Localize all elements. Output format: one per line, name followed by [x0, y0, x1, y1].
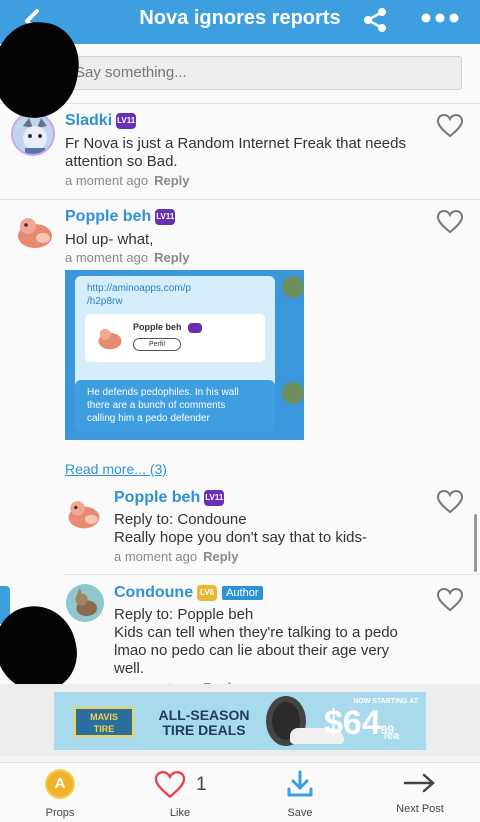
- divider: [64, 574, 480, 575]
- timestamp: a moment ago: [65, 250, 149, 265]
- ad-creative[interactable]: MAVIS TIRE ALL-SEASON TIRE DEALS NOW STA…: [54, 692, 426, 750]
- level-badge: LV11: [155, 208, 176, 225]
- avatar[interactable]: [66, 584, 104, 622]
- attached-image[interactable]: http://aminoapps.com/p /h2p8rw Popple be…: [65, 270, 304, 440]
- like-button[interactable]: 1 Like: [140, 763, 220, 822]
- profile-button: Perfil: [133, 338, 181, 351]
- comment-item: Sladki LV11 Fr Nova is just a Random Inte…: [0, 104, 480, 204]
- comment-text: Hol up- what,: [65, 231, 154, 248]
- ad-brand-logo: MAVIS TIRE: [74, 707, 134, 737]
- reply-author[interactable]: Condoune LV6 Author: [114, 584, 263, 602]
- ad-banner[interactable]: MAVIS TIRE ALL-SEASON TIRE DEALS NOW STA…: [0, 684, 480, 756]
- props-button[interactable]: A Props: [20, 763, 100, 822]
- timestamp: a moment ago: [114, 549, 198, 564]
- scrollbar[interactable]: [474, 514, 477, 572]
- comment-text: Fr Nova is just a Random Internet Freak …: [65, 135, 406, 170]
- reply-author[interactable]: Popple beh LV11: [114, 489, 225, 507]
- heart-icon[interactable]: [437, 210, 463, 234]
- next-post-label: Next Post: [396, 803, 444, 815]
- share-icon[interactable]: [360, 5, 390, 35]
- avatar[interactable]: [13, 208, 57, 252]
- heart-icon: [154, 771, 186, 799]
- page-title: Nova ignores reports: [139, 7, 341, 29]
- level-badge: LV11: [116, 112, 137, 129]
- reply-button[interactable]: Reply: [154, 173, 189, 188]
- like-count: 1: [196, 774, 207, 795]
- level-badge: [188, 322, 203, 333]
- read-more-link[interactable]: Read more... (3): [65, 461, 167, 477]
- comment-author[interactable]: Popple beh LV11: [65, 208, 176, 226]
- avatar[interactable]: [64, 492, 104, 532]
- next-post-button[interactable]: Next Post: [380, 763, 460, 822]
- reply-item: Popple beh LV11 Reply to: Condoune Really…: [0, 482, 480, 578]
- comment-meta: a moment ago Reply: [65, 173, 190, 188]
- timestamp: a moment ago: [65, 173, 149, 188]
- arrow-right-icon: [403, 773, 435, 793]
- comment-input[interactable]: Say something...: [64, 56, 462, 90]
- heart-icon[interactable]: [437, 490, 463, 514]
- save-label: Save: [287, 807, 313, 819]
- profile-card: Popple beh Perfil: [85, 314, 265, 362]
- download-icon: [287, 770, 313, 797]
- avatar: [98, 328, 122, 350]
- like-label: Like: [169, 807, 191, 819]
- coin-icon: A: [45, 769, 75, 799]
- level-badge: LV6: [197, 584, 218, 601]
- chat-message: He defends pedophiles. In his wall there…: [87, 387, 239, 424]
- reply-text: Reply to: Condoune Really hope you don't…: [114, 511, 368, 546]
- reply-text: Reply to: Popple beh Kids can tell when …: [114, 606, 398, 677]
- reply-button[interactable]: Reply: [154, 250, 189, 265]
- shared-link: http://aminoapps.com/p /h2p8rw: [87, 283, 191, 307]
- avatar: [282, 276, 304, 298]
- heart-icon[interactable]: [437, 588, 463, 612]
- top-bar: Nova ignores reports: [0, 0, 480, 44]
- comments-feed[interactable]: Sladki LV11 Fr Nova is just a Random Inte…: [0, 104, 480, 692]
- heart-icon[interactable]: [437, 114, 463, 138]
- props-label: Props: [45, 807, 75, 819]
- avatar[interactable]: [11, 112, 55, 156]
- level-badge: LV11: [204, 489, 225, 506]
- ad-headline: ALL-SEASON TIRE DEALS: [158, 707, 250, 738]
- profile-name: Popple beh: [133, 322, 203, 333]
- bottom-action-bar: A Props 1 Like Save Next Post: [0, 762, 480, 822]
- comment-author[interactable]: Sladki LV11: [65, 112, 137, 130]
- comment-meta: a moment ago Reply: [65, 250, 190, 265]
- avatar: [282, 382, 304, 404]
- ad-price-unit: /ea: [384, 730, 400, 742]
- author-badge: Author: [222, 585, 263, 600]
- reply-button[interactable]: Reply: [203, 549, 238, 564]
- comment-meta: a moment ago Reply: [114, 549, 239, 564]
- save-button[interactable]: Save: [260, 763, 340, 822]
- more-icon[interactable]: [418, 7, 462, 29]
